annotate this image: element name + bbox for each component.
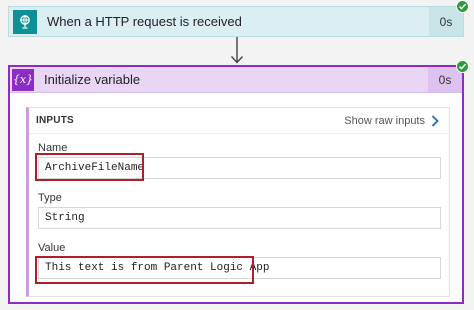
type-field-label: Type bbox=[38, 192, 62, 204]
type-field: String bbox=[38, 207, 441, 229]
variable-icon: {x} bbox=[12, 68, 34, 91]
trigger-success-check-icon bbox=[456, 0, 469, 13]
chevron-right-icon bbox=[431, 114, 439, 127]
show-raw-inputs-link[interactable]: Show raw inputs bbox=[344, 115, 439, 127]
inputs-heading: INPUTS bbox=[36, 115, 74, 126]
action-title: Initialize variable bbox=[44, 72, 141, 87]
name-value-highlight bbox=[35, 153, 144, 181]
value-field-label: Value bbox=[38, 242, 66, 254]
action-success-check-icon bbox=[456, 60, 469, 73]
value-highlight bbox=[35, 256, 254, 284]
trigger-title: When a HTTP request is received bbox=[47, 14, 242, 29]
inputs-bar: INPUTS Show raw inputs bbox=[29, 108, 449, 134]
http-request-icon bbox=[13, 9, 37, 34]
action-header[interactable]: {x} Initialize variable 0s bbox=[10, 67, 462, 93]
http-trigger-card[interactable]: When a HTTP request is received 0s bbox=[8, 6, 464, 37]
show-raw-inputs-label: Show raw inputs bbox=[344, 114, 425, 127]
connector-arrow-icon bbox=[230, 37, 244, 64]
